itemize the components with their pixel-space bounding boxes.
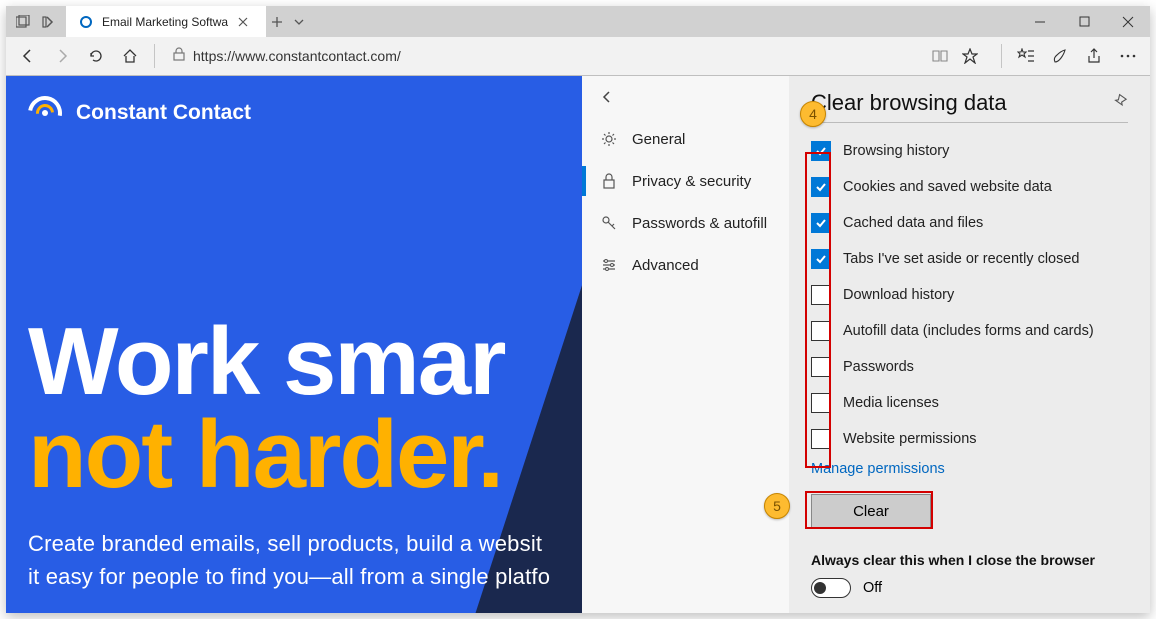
favorite-icon[interactable]	[957, 43, 983, 69]
url-text: https://www.constantcontact.com/	[193, 48, 919, 64]
checkbox-label: Cached data and files	[843, 215, 983, 231]
highlight-clear-button	[805, 491, 933, 529]
tab-favicon-icon	[78, 14, 94, 30]
refresh-button[interactable]	[82, 42, 110, 70]
settings-item-general[interactable]: General	[582, 118, 789, 160]
manage-permissions-link[interactable]: Manage permissions	[811, 457, 945, 477]
sliders-icon	[600, 256, 618, 274]
browser-tab[interactable]: Email Marketing Softwa	[66, 6, 266, 37]
clear-option-7[interactable]: Media licenses	[811, 385, 1128, 421]
clear-option-3[interactable]: Tabs I've set aside or recently closed	[811, 241, 1128, 277]
set-aside-icon[interactable]	[38, 11, 60, 33]
tab-overflow-icon[interactable]	[288, 6, 310, 37]
hero-line-2: not harder.	[28, 407, 504, 503]
callout-4: 4	[800, 101, 826, 127]
key-icon	[600, 214, 618, 232]
address-bar: https://www.constantcontact.com/	[6, 37, 1150, 76]
toggle-state: Off	[863, 580, 882, 596]
checkbox-label: Download history	[843, 287, 954, 303]
checkbox-label: Passwords	[843, 359, 914, 375]
lock-icon	[173, 47, 185, 66]
checkbox-label: Website permissions	[843, 431, 977, 447]
settings-item-advanced[interactable]: Advanced	[582, 244, 789, 286]
clear-option-0[interactable]: Browsing history	[811, 133, 1128, 169]
maximize-button[interactable]	[1062, 6, 1106, 37]
checkbox-label: Autofill data (includes forms and cards)	[843, 323, 1094, 339]
clear-option-8[interactable]: Website permissions	[811, 421, 1128, 457]
gear-icon	[600, 130, 618, 148]
settings-item-passwords[interactable]: Passwords & autofill	[582, 202, 789, 244]
lock-icon	[600, 172, 618, 190]
tagline-2: it easy for people to find you—all from …	[28, 560, 588, 593]
always-clear-toggle[interactable]	[811, 578, 851, 598]
home-button[interactable]	[116, 42, 144, 70]
callout-5: 5	[764, 493, 790, 519]
checkbox-label: Tabs I've set aside or recently closed	[843, 251, 1080, 267]
brand-name: Constant Contact	[76, 101, 251, 125]
panel-title: Clear browsing data	[811, 90, 1007, 116]
clear-option-5[interactable]: Autofill data (includes forms and cards)	[811, 313, 1128, 349]
brand-logo: Constant Contact	[28, 96, 251, 130]
hero-line-1: Work smar	[28, 316, 504, 407]
minimize-button[interactable]	[1018, 6, 1062, 37]
close-icon[interactable]	[236, 15, 250, 29]
clear-option-1[interactable]: Cookies and saved website data	[811, 169, 1128, 205]
notes-icon[interactable]	[1046, 42, 1074, 70]
tagline-1: Create branded emails, sell products, bu…	[28, 527, 588, 560]
share-icon[interactable]	[1080, 42, 1108, 70]
settings-sidebar: General Privacy & security Passwords & a…	[582, 76, 789, 613]
more-icon[interactable]	[1114, 42, 1142, 70]
reading-view-icon[interactable]	[927, 43, 953, 69]
tab-groups-icon[interactable]	[12, 11, 34, 33]
checkbox-label: Media licenses	[843, 395, 939, 411]
pin-icon[interactable]	[1112, 93, 1128, 114]
checkbox-label: Cookies and saved website data	[843, 179, 1052, 195]
tab-title: Email Marketing Softwa	[102, 15, 228, 29]
clear-option-6[interactable]: Passwords	[811, 349, 1128, 385]
url-input[interactable]: https://www.constantcontact.com/	[165, 41, 991, 71]
settings-label: Passwords & autofill	[632, 215, 767, 232]
highlight-checkboxes	[805, 152, 831, 468]
close-window-button[interactable]	[1106, 6, 1150, 37]
settings-label: Privacy & security	[632, 173, 751, 190]
settings-label: General	[632, 131, 685, 148]
back-button[interactable]	[14, 42, 42, 70]
new-tab-button[interactable]	[266, 6, 288, 37]
settings-back-button[interactable]	[582, 76, 789, 118]
clear-option-2[interactable]: Cached data and files	[811, 205, 1128, 241]
checkbox-label: Browsing history	[843, 143, 949, 159]
clear-option-4[interactable]: Download history	[811, 277, 1128, 313]
forward-button[interactable]	[48, 42, 76, 70]
always-clear-label: Always clear this when I close the brows…	[811, 552, 1128, 568]
settings-item-privacy[interactable]: Privacy & security	[582, 160, 789, 202]
titlebar: Email Marketing Softwa	[6, 6, 1150, 37]
favorites-list-icon[interactable]	[1012, 42, 1040, 70]
settings-label: Advanced	[632, 257, 699, 274]
clear-data-panel: Clear browsing data Browsing history Cook…	[789, 76, 1150, 613]
